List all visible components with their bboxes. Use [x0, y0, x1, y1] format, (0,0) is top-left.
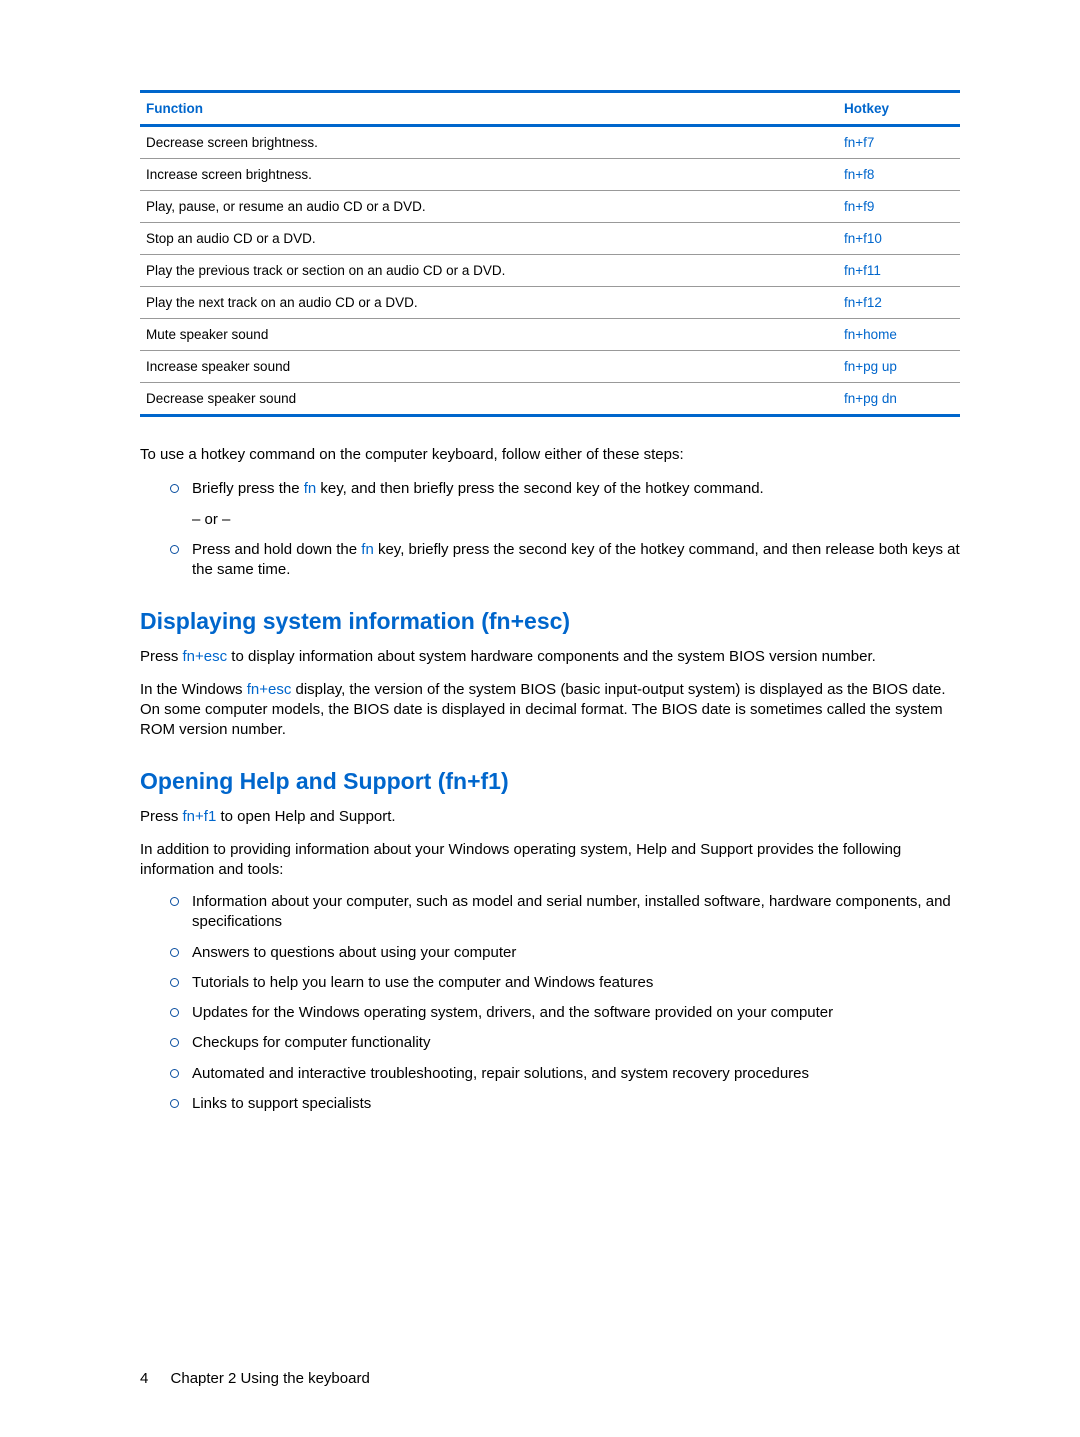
cell-function: Increase speaker sound — [140, 351, 838, 383]
cell-hotkey: fn+home — [838, 319, 960, 351]
section1-p2: In the Windows fn+esc display, the versi… — [140, 680, 960, 741]
or-separator: – or – — [192, 510, 960, 530]
table-row: Increase speaker sound fn+pg up — [140, 351, 960, 383]
text: In the Windows — [140, 681, 247, 698]
table-row: Increase screen brightness. fn+f8 — [140, 159, 960, 191]
document-page: Function Hotkey Decrease screen brightne… — [0, 0, 1080, 1437]
cell-function: Decrease speaker sound — [140, 383, 838, 416]
cell-function: Play, pause, or resume an audio CD or a … — [140, 191, 838, 223]
fn-key: fn — [361, 541, 374, 558]
table-row: Decrease screen brightness. fn+f7 — [140, 126, 960, 159]
hotkey-text: fn+f1 — [183, 808, 217, 825]
list-item: Press and hold down the fn key, briefly … — [170, 540, 960, 581]
table-row: Stop an audio CD or a DVD. fn+f10 — [140, 223, 960, 255]
list-item: Links to support specialists — [170, 1094, 960, 1114]
section-heading-help-support: Opening Help and Support (fn+f1) — [140, 768, 960, 795]
text: to open Help and Support. — [216, 808, 395, 825]
list-item: Answers to questions about using your co… — [170, 943, 960, 963]
cell-hotkey: fn+f10 — [838, 223, 960, 255]
list-item: Automated and interactive troubleshootin… — [170, 1064, 960, 1084]
table-header-row: Function Hotkey — [140, 92, 960, 126]
features-list: Information about your computer, such as… — [170, 892, 960, 1114]
hotkey-text: fn+esc — [247, 681, 292, 698]
list-item: Checkups for computer functionality — [170, 1033, 960, 1053]
table-row: Play, pause, or resume an audio CD or a … — [140, 191, 960, 223]
text: to display information about system hard… — [227, 648, 876, 665]
chapter-title: Chapter 2 Using the keyboard — [171, 1370, 370, 1387]
cell-hotkey: fn+f11 — [838, 255, 960, 287]
cell-hotkey: fn+pg up — [838, 351, 960, 383]
table-row: Mute speaker sound fn+home — [140, 319, 960, 351]
header-hotkey: Hotkey — [838, 92, 960, 126]
list-item: Tutorials to help you learn to use the c… — [170, 973, 960, 993]
section1-p1: Press fn+esc to display information abou… — [140, 647, 960, 667]
cell-function: Mute speaker sound — [140, 319, 838, 351]
hotkey-table: Function Hotkey Decrease screen brightne… — [140, 90, 960, 417]
cell-function: Stop an audio CD or a DVD. — [140, 223, 838, 255]
step-a-post: key, and then briefly press the second k… — [316, 480, 763, 497]
cell-hotkey: fn+f8 — [838, 159, 960, 191]
list-item: Updates for the Windows operating system… — [170, 1003, 960, 1023]
cell-hotkey: fn+f12 — [838, 287, 960, 319]
cell-function: Play the next track on an audio CD or a … — [140, 287, 838, 319]
cell-hotkey: fn+f7 — [838, 126, 960, 159]
step-b-pre: Press and hold down the — [192, 541, 361, 558]
cell-function: Play the previous track or section on an… — [140, 255, 838, 287]
header-function: Function — [140, 92, 838, 126]
cell-hotkey: fn+pg dn — [838, 383, 960, 416]
text: Press — [140, 808, 183, 825]
list-item: Briefly press the fn key, and then brief… — [170, 479, 960, 530]
table-row: Play the next track on an audio CD or a … — [140, 287, 960, 319]
cell-function: Decrease screen brightness. — [140, 126, 838, 159]
cell-hotkey: fn+f9 — [838, 191, 960, 223]
table-row: Decrease speaker sound fn+pg dn — [140, 383, 960, 416]
fn-key: fn — [304, 480, 317, 497]
page-number: 4 — [140, 1370, 148, 1387]
step-a-pre: Briefly press the — [192, 480, 304, 497]
list-item: Information about your computer, such as… — [170, 892, 960, 933]
text: Press — [140, 648, 183, 665]
page-footer: 4 Chapter 2 Using the keyboard — [140, 1370, 960, 1387]
section2-p2: In addition to providing information abo… — [140, 840, 960, 881]
hotkey-text: fn+esc — [183, 648, 228, 665]
section-heading-system-info: Displaying system information (fn+esc) — [140, 608, 960, 635]
intro-text: To use a hotkey command on the computer … — [140, 445, 960, 465]
steps-list: Briefly press the fn key, and then brief… — [170, 479, 960, 580]
cell-function: Increase screen brightness. — [140, 159, 838, 191]
table-row: Play the previous track or section on an… — [140, 255, 960, 287]
section2-p1: Press fn+f1 to open Help and Support. — [140, 807, 960, 827]
